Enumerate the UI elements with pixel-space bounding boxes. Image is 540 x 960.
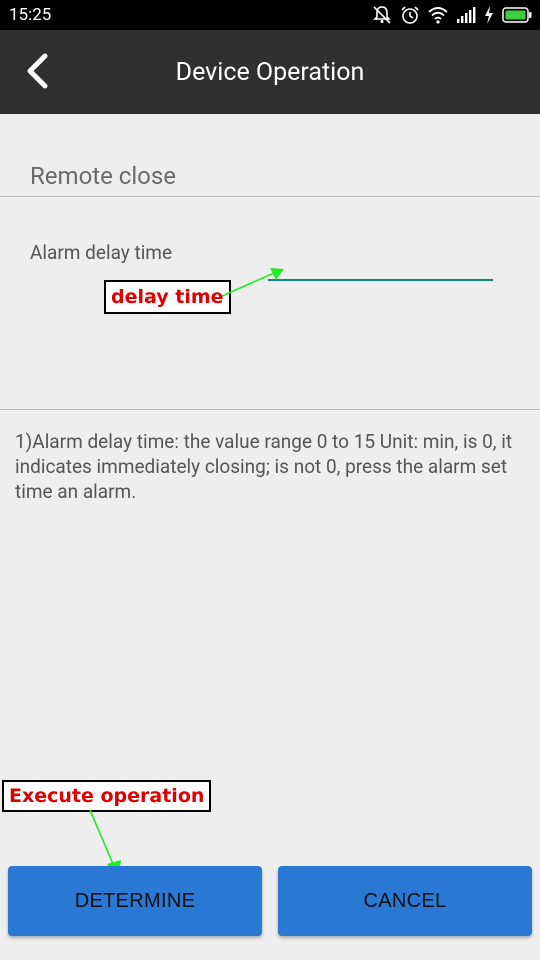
form-divider [0, 409, 540, 410]
delay-time-annotation-label: delay time [111, 286, 224, 308]
delay-time-annotation: delay time [104, 280, 231, 314]
section-divider [0, 196, 540, 197]
app-bar: Device Operation [0, 30, 540, 114]
status-bar: 15:25 [0, 0, 540, 30]
alarm-clock-icon [400, 5, 420, 25]
battery-icon [502, 7, 532, 23]
alarm-delay-label: Alarm delay time [30, 241, 173, 264]
status-time: 15:25 [9, 5, 52, 25]
section-title: Remote close [30, 162, 176, 190]
determine-button[interactable]: DETERMINE [8, 866, 262, 936]
page-title: Device Operation [175, 58, 365, 87]
execute-operation-annotation: Execute operation [2, 780, 212, 812]
alarm-delay-input[interactable] [268, 255, 493, 281]
charging-icon [484, 6, 494, 24]
mute-icon [372, 5, 392, 25]
description-text: 1)Alarm delay time: the value range 0 to… [15, 430, 513, 503]
status-icons [372, 5, 532, 25]
cancel-button[interactable]: CANCEL [278, 866, 532, 936]
execute-operation-annotation-label: Execute operation [9, 785, 205, 807]
wifi-icon [428, 6, 448, 24]
signal-icon [456, 7, 476, 23]
